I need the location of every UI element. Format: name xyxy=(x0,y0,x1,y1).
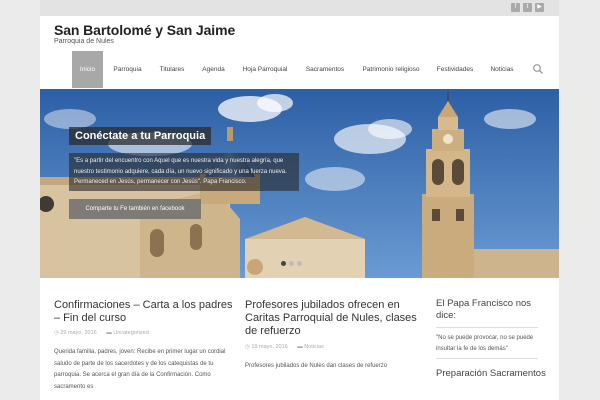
site-description: Parroquia de Nules xyxy=(54,38,114,45)
youtube-icon[interactable]: ▶ xyxy=(535,3,544,12)
slide-text: "Es a partir del encuentro con Aquel que… xyxy=(69,153,299,191)
nav-item-patrimonio-religioso[interactable]: Patrimonio religioso xyxy=(356,51,426,88)
facebook-share-button[interactable]: Comparte tu Fe también en facebook xyxy=(69,199,201,219)
post-meta: ◷ 29 mayo, 2016 ▬ Uncategorized xyxy=(54,330,149,336)
nav-item-noticias[interactable]: Noticias xyxy=(484,51,520,88)
search-icon[interactable] xyxy=(532,63,544,75)
slider-dot[interactable] xyxy=(297,261,302,266)
nav-item-hoja-parroquial[interactable]: Hoja Parroquial xyxy=(237,51,293,88)
slider-dot[interactable] xyxy=(289,261,294,266)
post-date[interactable]: 19 mayo, 2016 xyxy=(251,344,287,350)
post-excerpt: Profesores jubilados de Nules dan clases… xyxy=(245,363,388,369)
widget-title-papa: El Papa Francisco nos dice: xyxy=(436,298,532,321)
top-bar: f t ▶ xyxy=(40,0,559,16)
post-category[interactable]: Noticias xyxy=(304,344,324,350)
site-title[interactable]: San Bartolomé y San Jaime xyxy=(54,22,235,38)
slide-title: Conéctate a tu Parroquia xyxy=(69,127,212,145)
post-category[interactable]: Uncategorized xyxy=(113,330,148,336)
widget-title-sacramentos: Preparación Sacramentos xyxy=(436,368,546,379)
hero-slider[interactable]: Conéctate a tu Parroquia "Es a partir de… xyxy=(40,89,559,278)
slider-dot[interactable] xyxy=(281,261,286,266)
post-meta: ◷ 19 mayo, 2016 ▬ Noticias xyxy=(245,344,324,350)
nav-item-agenda[interactable]: Agenda xyxy=(197,51,230,88)
nav-item-inicio[interactable]: Inicio xyxy=(72,51,103,88)
divider xyxy=(436,327,538,328)
post-title[interactable]: Confirmaciones – Carta a los padres – Fi… xyxy=(54,299,234,325)
widget-quote: "No se puede provocar, no se puede insul… xyxy=(436,335,534,352)
page: f t ▶ San Bartolomé y San Jaime Parroqui… xyxy=(40,0,559,400)
nav-item-festividades[interactable]: Festividades xyxy=(432,51,478,88)
twitter-icon[interactable]: t xyxy=(523,3,532,12)
divider xyxy=(436,358,538,359)
facebook-icon[interactable]: f xyxy=(511,3,520,12)
nav-item-sacramentos[interactable]: Sacramentos xyxy=(300,51,350,88)
nav-item-titulares[interactable]: Titulares xyxy=(153,51,191,88)
nav-item-parroquia[interactable]: Parroquia xyxy=(107,51,148,88)
post-date[interactable]: 29 mayo, 2016 xyxy=(60,330,96,336)
post-title[interactable]: Profesores jubilados ofrecen en Caritas … xyxy=(245,299,420,338)
post-excerpt: Querida familia, padres, joven: Recibe e… xyxy=(54,349,226,390)
